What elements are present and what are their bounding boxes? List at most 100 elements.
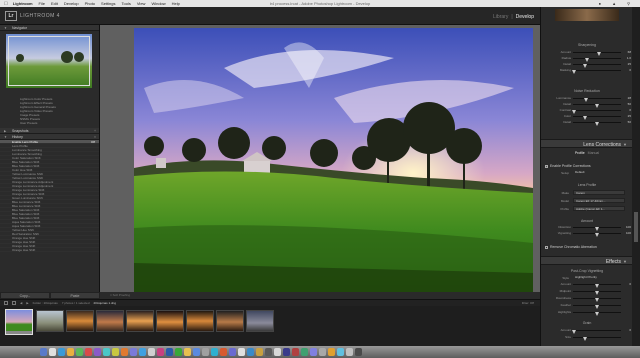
slider-track[interactable] bbox=[573, 284, 621, 288]
dock-app-icon[interactable] bbox=[211, 348, 218, 356]
navigator-thumbnail[interactable] bbox=[6, 34, 92, 88]
slider-value[interactable]: 100 bbox=[626, 225, 631, 230]
slider-track[interactable] bbox=[571, 70, 621, 74]
enable-profile-checkbox[interactable]: Enable Profile Corrections bbox=[545, 164, 633, 169]
volume-icon[interactable]: ▲ bbox=[612, 1, 616, 6]
copy-button[interactable]: Copy... bbox=[0, 292, 50, 299]
dock-app-icon[interactable] bbox=[139, 348, 146, 356]
slider-value[interactable]: 25 bbox=[628, 114, 631, 119]
slider-knob[interactable] bbox=[571, 70, 576, 74]
dock-app-icon[interactable] bbox=[202, 348, 209, 356]
filmstrip-thumbnail[interactable] bbox=[126, 310, 154, 332]
dock-app-icon[interactable] bbox=[256, 348, 263, 356]
forward-icon[interactable]: ▶ bbox=[26, 301, 28, 305]
dock-app-icon[interactable] bbox=[301, 348, 308, 356]
slider-track[interactable] bbox=[573, 64, 621, 68]
slider-value[interactable]: 28 bbox=[628, 96, 631, 101]
module-library[interactable]: Library bbox=[493, 14, 508, 20]
remove-ca-checkbox[interactable]: Remove Chromatic Aberration bbox=[545, 245, 633, 250]
dock-app-icon[interactable] bbox=[193, 348, 200, 356]
filmstrip-thumbnail[interactable] bbox=[36, 310, 64, 332]
style-dropdown[interactable]: Highlight Priority bbox=[573, 275, 625, 280]
slider-track[interactable] bbox=[573, 233, 621, 237]
dock-app-icon[interactable] bbox=[175, 348, 182, 356]
slider-track[interactable] bbox=[573, 122, 621, 126]
effects-header[interactable]: Effects ▼ bbox=[541, 256, 633, 265]
dock-app-icon[interactable] bbox=[130, 348, 137, 356]
back-icon[interactable]: ◀ bbox=[20, 301, 22, 305]
lens-profile-dropdown[interactable]: Canon bbox=[573, 190, 625, 195]
grid-icon[interactable] bbox=[12, 301, 16, 305]
dock-app-icon[interactable] bbox=[328, 348, 335, 356]
filmstrip-thumbnail[interactable] bbox=[5, 309, 33, 335]
filmstrip-thumbnail[interactable] bbox=[96, 310, 124, 332]
setup-dropdown[interactable]: Default bbox=[573, 170, 625, 175]
slider-knob[interactable] bbox=[595, 312, 599, 316]
slider-knob[interactable] bbox=[595, 305, 599, 309]
slider-track[interactable] bbox=[573, 98, 621, 102]
slider-knob[interactable] bbox=[595, 122, 599, 126]
dock-app-icon[interactable] bbox=[229, 348, 236, 356]
filmstrip-thumbnail[interactable] bbox=[246, 310, 274, 332]
dock-app-icon[interactable] bbox=[274, 348, 281, 356]
navigator-header[interactable]: ▼ Navigator bbox=[0, 25, 99, 31]
slider-knob[interactable] bbox=[595, 298, 599, 302]
slider-value[interactable]: 68 bbox=[628, 50, 631, 55]
slider-knob[interactable] bbox=[571, 330, 576, 334]
dock-app-icon[interactable] bbox=[247, 348, 254, 356]
slider-value[interactable]: 0 bbox=[629, 68, 631, 73]
dock-app-icon[interactable] bbox=[238, 348, 245, 356]
dock-app-icon[interactable] bbox=[184, 348, 191, 356]
slider-value[interactable]: 0 bbox=[629, 282, 631, 287]
tab-manual[interactable]: Manual bbox=[588, 151, 599, 155]
slider-track[interactable] bbox=[573, 298, 621, 302]
slider-knob[interactable] bbox=[595, 291, 599, 295]
slider-track[interactable] bbox=[571, 110, 621, 114]
dock-app-icon[interactable] bbox=[310, 348, 317, 356]
dock-app-icon[interactable] bbox=[40, 348, 47, 356]
dock-app-icon[interactable] bbox=[283, 348, 290, 356]
scrollbar-thumb[interactable] bbox=[634, 212, 638, 242]
tab-profile[interactable]: Profile bbox=[575, 151, 585, 155]
slider-knob[interactable] bbox=[583, 337, 587, 341]
dock-app-icon[interactable] bbox=[121, 348, 128, 356]
lens-profile-dropdown[interactable]: Adobe (Canon EF 1... bbox=[573, 206, 625, 211]
slider-track[interactable] bbox=[573, 58, 621, 62]
slider-track[interactable] bbox=[573, 227, 621, 231]
dock-app-icon[interactable] bbox=[346, 348, 353, 356]
filmstrip-thumbnail[interactable] bbox=[216, 310, 244, 332]
dock-app-icon[interactable] bbox=[292, 348, 299, 356]
dock-app-icon[interactable] bbox=[337, 348, 344, 356]
filmstrip-thumbnail[interactable] bbox=[66, 310, 94, 332]
filmstrip-thumbnail[interactable] bbox=[186, 310, 214, 332]
slider-track[interactable] bbox=[573, 312, 621, 316]
filmstrip-thumbnail[interactable] bbox=[156, 310, 184, 332]
detail-preview[interactable] bbox=[555, 9, 619, 21]
module-develop[interactable]: Develop bbox=[516, 14, 534, 20]
slider-track[interactable] bbox=[573, 52, 621, 56]
main-photo[interactable] bbox=[134, 28, 533, 292]
slider-track[interactable] bbox=[573, 291, 621, 295]
dock-app-icon[interactable] bbox=[94, 348, 101, 356]
dock-app-icon[interactable] bbox=[49, 348, 56, 356]
dock-app-icon[interactable] bbox=[355, 348, 362, 356]
slider-knob[interactable] bbox=[595, 284, 599, 288]
slider-track[interactable] bbox=[573, 104, 621, 108]
slider-value[interactable]: 25 bbox=[628, 62, 631, 67]
dock-app-icon[interactable] bbox=[67, 348, 74, 356]
dock-app-icon[interactable] bbox=[103, 348, 110, 356]
folder-path[interactable]: Folder : 20Aquinas bbox=[33, 301, 58, 305]
slider-value[interactable]: 100 bbox=[626, 231, 631, 236]
lens-corrections-header[interactable]: Lens Corrections ▼ bbox=[541, 139, 633, 148]
slider-value[interactable]: 50 bbox=[628, 102, 631, 107]
lens-profile-dropdown[interactable]: Canon EF 17-40mm... bbox=[573, 198, 625, 203]
slider-track[interactable] bbox=[571, 330, 621, 334]
dock-app-icon[interactable] bbox=[265, 348, 272, 356]
slider-value[interactable]: 0 bbox=[629, 108, 631, 113]
spotlight-icon[interactable]: ⚲ bbox=[627, 1, 630, 6]
dock-app-icon[interactable] bbox=[112, 348, 119, 356]
right-scrollbar[interactable] bbox=[632, 7, 640, 346]
slider-track[interactable] bbox=[573, 305, 621, 309]
slider-value[interactable]: 1.0 bbox=[627, 56, 631, 61]
filter-control[interactable]: Filter: Off bbox=[522, 301, 534, 305]
